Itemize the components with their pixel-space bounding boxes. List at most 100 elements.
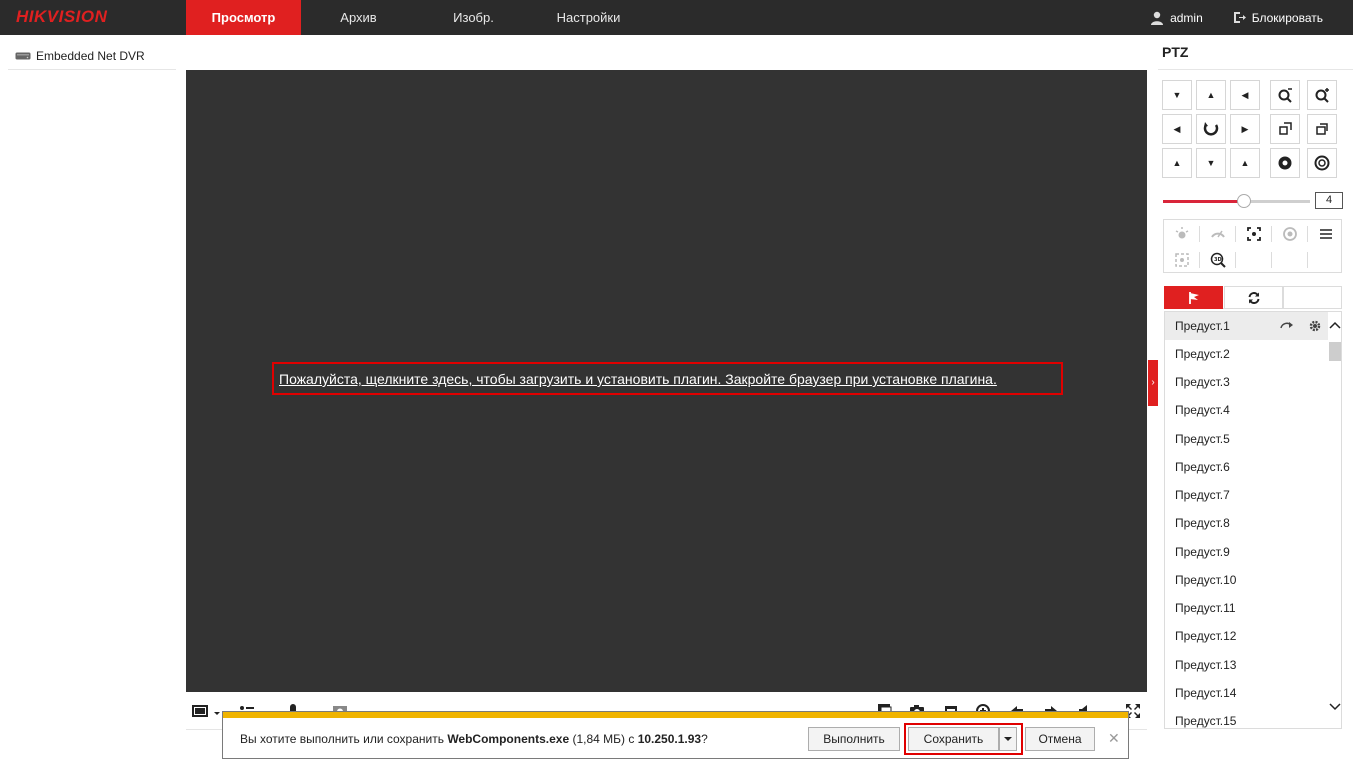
list-item[interactable]: Предуст.15 [1165, 707, 1328, 728]
ptz-title: PTZ [1162, 44, 1189, 60]
user-icon [1151, 11, 1164, 25]
focus-far-icon [1316, 123, 1328, 135]
top-bar: HIKVISION Просмотр Архив Изобр. Настройк… [0, 0, 1353, 35]
zoom-out-button[interactable] [1270, 80, 1300, 110]
list-item[interactable]: Предуст.6 [1165, 453, 1328, 481]
nav-tab-configuration[interactable]: Настройки [531, 0, 646, 35]
list-item[interactable]: Предуст.4 [1165, 396, 1328, 424]
ptz-up-right-button[interactable]: ◀ [1230, 80, 1260, 110]
window-layout-icon[interactable] [192, 702, 210, 720]
ptz-down-left-button[interactable]: ▲ [1162, 148, 1192, 178]
nav-tab-playback[interactable]: Архив [301, 0, 416, 35]
nav-tab-live-view[interactable]: Просмотр [186, 0, 301, 35]
iris-close-icon [1314, 155, 1330, 171]
plugin-download-link[interactable]: Пожалуйста, щелкните здесь, чтобы загруз… [279, 371, 997, 387]
iris-open-button[interactable] [1270, 148, 1300, 178]
chevron-down-icon[interactable] [1329, 700, 1341, 712]
ptz-down-button[interactable]: ▼ [1196, 148, 1226, 178]
prompt-text-before: Вы хотите выполнить или сохранить [240, 732, 448, 746]
panel-collapse-tab[interactable]: › [1148, 360, 1158, 406]
save-button[interactable]: Сохранить [908, 727, 999, 751]
list-item[interactable]: Предуст.8 [1165, 509, 1328, 537]
lock-button[interactable]: Блокировать [1233, 11, 1323, 25]
call-preset-icon[interactable] [1280, 319, 1294, 333]
chevron-right-icon: › [1151, 377, 1155, 388]
save-options-button[interactable] [999, 727, 1017, 751]
ptz-functions: 3D [1163, 219, 1342, 273]
ptz-up-button[interactable]: ▲ [1196, 80, 1226, 110]
list-item[interactable]: Предуст.7 [1165, 481, 1328, 509]
slider-handle[interactable] [1236, 194, 1251, 208]
wiper-button[interactable] [1200, 221, 1235, 247]
close-icon[interactable]: ✕ [1108, 730, 1120, 747]
device-panel: Embedded Net DVR [0, 35, 176, 760]
flag-icon [1188, 292, 1199, 304]
focus-near-button[interactable] [1270, 114, 1300, 144]
user-area: admin Блокировать [1150, 0, 1353, 35]
ptz-speed-value: 4 [1315, 192, 1343, 209]
divider [1307, 252, 1308, 268]
arrow-left-icon: ◀ [1173, 123, 1181, 134]
ptz-speed-slider[interactable] [1163, 194, 1310, 208]
manual-tracking-button[interactable] [1164, 247, 1199, 273]
list-item[interactable]: Предуст.3 [1165, 368, 1328, 396]
zoom-in-button[interactable] [1307, 80, 1337, 110]
tab-presets[interactable] [1164, 286, 1223, 309]
ptz-up-left-button[interactable]: ▼ [1162, 80, 1192, 110]
divider [1158, 69, 1353, 70]
light-button[interactable] [1164, 221, 1199, 247]
iris-close-button[interactable] [1307, 148, 1337, 178]
divider [1235, 252, 1236, 268]
3d-zoom-icon: 3D [1210, 252, 1226, 268]
zoom-out-icon [1278, 88, 1292, 103]
zoom-in-icon [1315, 88, 1329, 103]
ptz-panel: PTZ ▼ ▲ ◀ ◀ ▶ ▲ ▼ ▲ 4 3D Предуст.1 Преду… [1158, 35, 1353, 760]
focus-far-button[interactable] [1307, 114, 1337, 144]
list-item[interactable]: Предуст.9 [1165, 538, 1328, 566]
arrow-down-icon: ▼ [1206, 158, 1216, 168]
list-item[interactable]: Предуст.1 [1165, 312, 1328, 340]
chevron-up-icon[interactable] [1329, 320, 1341, 332]
user-menu[interactable]: admin [1150, 11, 1203, 25]
preset-list: Предуст.1 Предуст.2 Предуст.3 Предуст.4 … [1164, 311, 1342, 729]
lens-init-button[interactable] [1272, 221, 1307, 247]
list-item[interactable]: Предуст.10 [1165, 566, 1328, 594]
dropdown-arrow-icon[interactable] [212, 702, 222, 720]
ptz-left-button[interactable]: ◀ [1162, 114, 1192, 144]
plugin-highlight-box: Пожалуйста, щелкните здесь, чтобы загруз… [272, 362, 1063, 395]
ptz-down-right-button[interactable]: ▲ [1230, 148, 1260, 178]
scrollbar-thumb[interactable] [1329, 342, 1341, 361]
list-item[interactable]: Предуст.11 [1165, 594, 1328, 622]
preset-actions [1280, 312, 1322, 340]
device-name: Embedded Net DVR [36, 49, 145, 63]
logout-icon [1233, 12, 1246, 23]
cancel-button[interactable]: Отмена [1025, 727, 1095, 751]
lens-icon [1282, 227, 1297, 241]
auxiliary-focus-button[interactable] [1236, 221, 1271, 247]
notification-stripe [223, 712, 1128, 718]
list-item[interactable]: Предуст.13 [1165, 651, 1328, 679]
ptz-auto-pan-button[interactable] [1196, 114, 1226, 144]
list-item[interactable]: Предуст.12 [1165, 622, 1328, 650]
nav-tab-picture[interactable]: Изобр. [416, 0, 531, 35]
gear-icon[interactable] [1308, 319, 1322, 333]
list-item[interactable]: Предуст.5 [1165, 425, 1328, 453]
divider [8, 69, 176, 70]
wiper-icon [1210, 230, 1225, 238]
3d-zoom-button[interactable]: 3D [1200, 247, 1235, 273]
device-tree-item[interactable]: Embedded Net DVR [15, 49, 145, 63]
tab-patrol[interactable] [1224, 286, 1283, 309]
iris-open-icon [1278, 156, 1292, 170]
preset-scrollbar[interactable] [1328, 312, 1341, 728]
list-item[interactable]: Предуст.14 [1165, 679, 1328, 707]
divider [1271, 252, 1272, 268]
arrow-down-left-icon: ▲ [1172, 158, 1182, 168]
list-item[interactable]: Предуст.2 [1165, 340, 1328, 368]
menu-button[interactable] [1308, 221, 1343, 247]
download-prompt-text: Вы хотите выполнить или сохранить WebCom… [240, 732, 708, 746]
run-button[interactable]: Выполнить [808, 727, 900, 751]
ptz-right-button[interactable]: ▶ [1230, 114, 1260, 144]
tab-pattern[interactable] [1283, 286, 1342, 309]
ptz-tabs [1164, 286, 1342, 309]
arrow-up-icon: ▲ [1206, 90, 1216, 100]
